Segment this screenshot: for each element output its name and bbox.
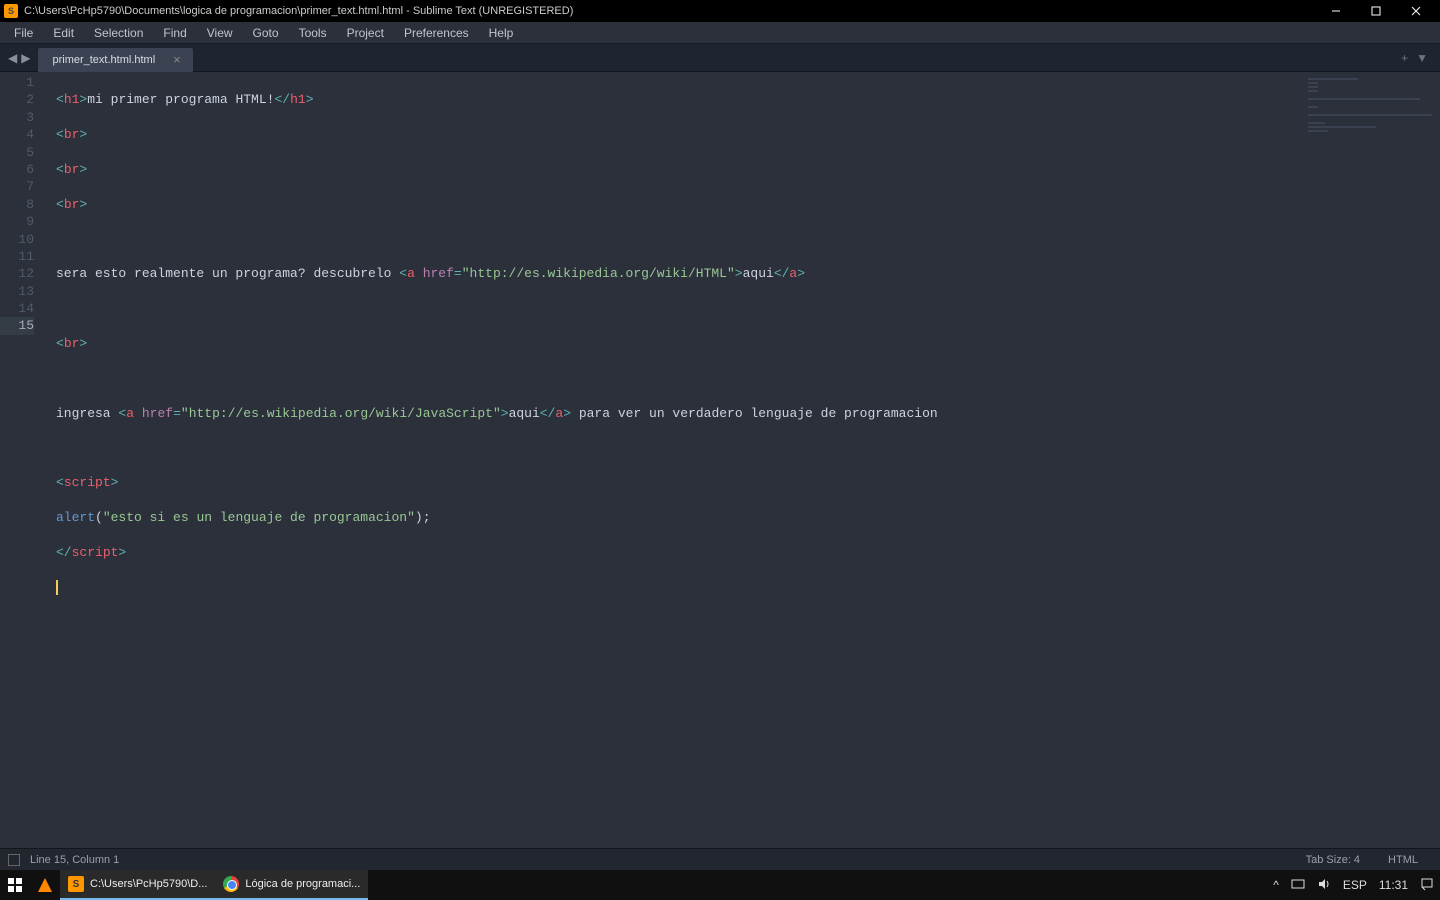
tray-clock[interactable]: 11:31 [1373, 878, 1414, 892]
menu-preferences[interactable]: Preferences [394, 26, 479, 40]
system-tray: ^ ESP 11:31 [1267, 877, 1440, 894]
tab-nav-arrows: ◀ ▶ [0, 51, 38, 65]
menu-edit[interactable]: Edit [43, 26, 84, 40]
code-content[interactable]: <h1>mi primer programa HTML!</h1> <br> <… [44, 72, 1300, 848]
tray-network-icon[interactable] [1285, 877, 1311, 894]
line-number: 9 [0, 213, 34, 230]
sublime-icon: S [4, 4, 18, 18]
panel-toggle-icon[interactable] [8, 854, 20, 866]
line-number: 5 [0, 144, 34, 161]
line-number: 4 [0, 126, 34, 143]
line-number: 7 [0, 178, 34, 195]
cursor-position[interactable]: Line 15, Column 1 [30, 854, 119, 866]
taskbar-sublime[interactable]: S C:\Users\PcHp5790\D... [60, 870, 215, 900]
tab-close-icon[interactable]: × [173, 52, 181, 67]
menu-file[interactable]: File [4, 26, 43, 40]
text-cursor [56, 580, 58, 595]
close-button[interactable] [1396, 0, 1436, 22]
taskbar-label: Lógica de programaci... [245, 878, 360, 890]
line-number: 10 [0, 231, 34, 248]
tab-label: primer_text.html.html [52, 54, 155, 66]
menu-find[interactable]: Find [153, 26, 196, 40]
taskbar-label: C:\Users\PcHp5790\D... [90, 878, 207, 890]
line-number: 1 [0, 74, 34, 91]
minimize-button[interactable] [1316, 0, 1356, 22]
new-tab-icon[interactable]: + [1397, 51, 1412, 65]
line-number-current: 15 [0, 317, 34, 334]
tab-size[interactable]: Tab Size: 4 [1292, 854, 1374, 866]
sublime-icon: S [68, 876, 84, 892]
chrome-icon [223, 876, 239, 892]
menu-selection[interactable]: Selection [84, 26, 153, 40]
maximize-button[interactable] [1356, 0, 1396, 22]
windows-taskbar: S C:\Users\PcHp5790\D... Lógica de progr… [0, 870, 1440, 900]
menu-tools[interactable]: Tools [289, 26, 337, 40]
tray-chevron-icon[interactable]: ^ [1267, 878, 1285, 892]
line-number: 3 [0, 109, 34, 126]
taskbar-chrome[interactable]: Lógica de programaci... [215, 870, 368, 900]
tab-bar: ◀ ▶ primer_text.html.html × + ▼ [0, 44, 1440, 72]
file-tab[interactable]: primer_text.html.html × [38, 48, 192, 72]
tab-dropdown-icon[interactable]: ▼ [1412, 51, 1432, 65]
line-number: 11 [0, 248, 34, 265]
editor-area[interactable]: 1 2 3 4 5 6 7 8 9 10 11 12 13 14 15 <h1>… [0, 72, 1440, 848]
menu-goto[interactable]: Goto [243, 26, 289, 40]
start-button[interactable] [0, 870, 30, 900]
nav-back-icon[interactable]: ◀ [6, 51, 19, 65]
line-number: 2 [0, 91, 34, 108]
status-bar: Line 15, Column 1 Tab Size: 4 HTML [0, 848, 1440, 870]
nav-forward-icon[interactable]: ▶ [19, 51, 32, 65]
line-gutter: 1 2 3 4 5 6 7 8 9 10 11 12 13 14 15 [0, 72, 44, 848]
line-number: 14 [0, 300, 34, 317]
line-number: 6 [0, 161, 34, 178]
tray-volume-icon[interactable] [1311, 877, 1337, 894]
menu-bar: File Edit Selection Find View Goto Tools… [0, 22, 1440, 44]
line-number: 8 [0, 196, 34, 213]
syntax-mode[interactable]: HTML [1374, 854, 1432, 866]
window-title: C:\Users\PcHp5790\Documents\logica de pr… [24, 5, 1316, 17]
line-number: 13 [0, 283, 34, 300]
line-number: 12 [0, 265, 34, 282]
window-titlebar: S C:\Users\PcHp5790\Documents\logica de … [0, 0, 1440, 22]
tray-language[interactable]: ESP [1337, 878, 1373, 892]
minimap[interactable] [1300, 72, 1440, 848]
menu-help[interactable]: Help [479, 26, 524, 40]
tray-notifications-icon[interactable] [1414, 877, 1440, 894]
taskbar-vlc[interactable] [30, 870, 60, 900]
vlc-icon [38, 878, 52, 892]
menu-view[interactable]: View [197, 26, 243, 40]
menu-project[interactable]: Project [337, 26, 394, 40]
